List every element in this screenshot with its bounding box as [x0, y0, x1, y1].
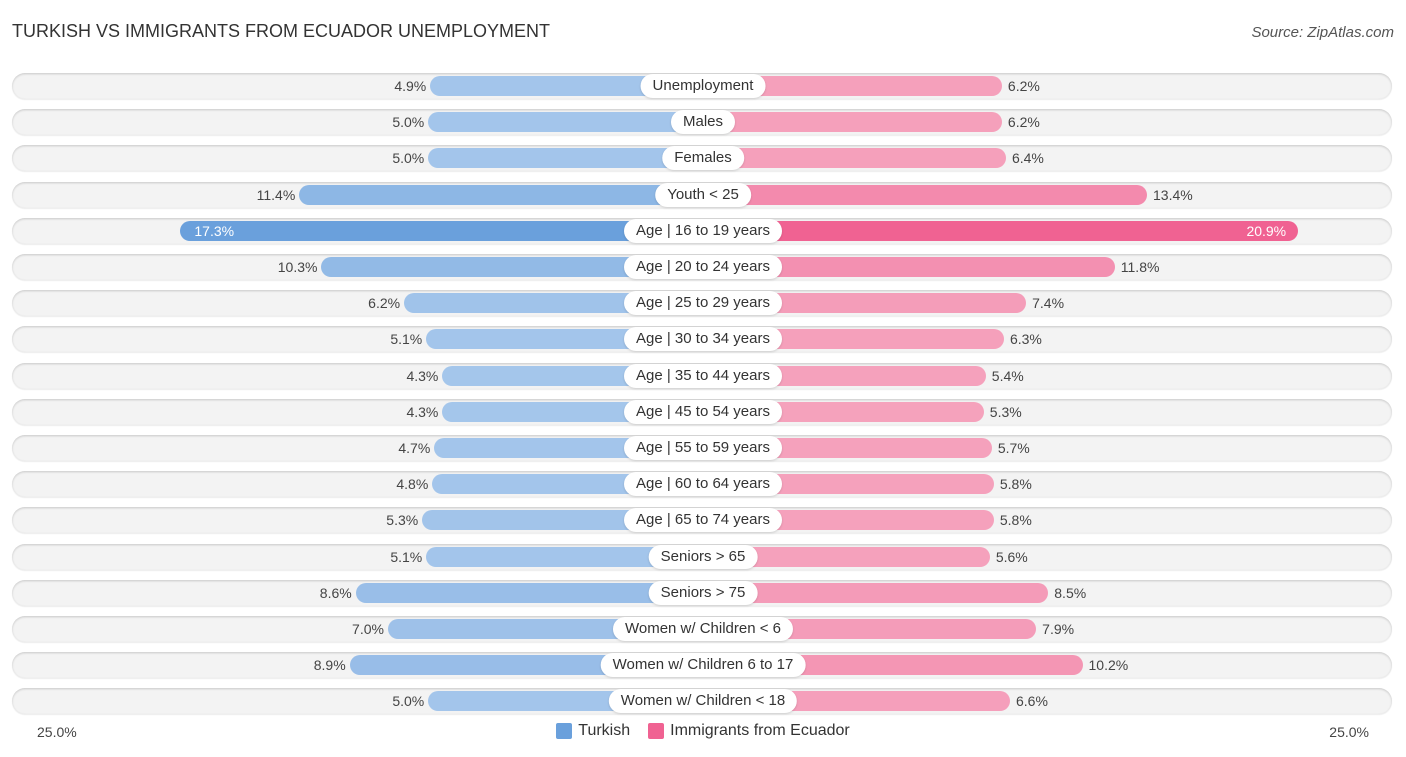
- chart-area: Unemployment 4.9% 6.2% Males 5.0% 6.2% Females…: [0, 0, 1406, 757]
- value-label-turkish: 5.0%: [392, 150, 425, 167]
- category-label: Age | 65 to 74 years: [624, 508, 782, 533]
- value-label-turkish: 5.0%: [392, 114, 425, 131]
- category-label: Age | 20 to 24 years: [624, 255, 782, 279]
- value-label-turkish: 5.1%: [390, 331, 423, 348]
- value-label-ecuador: 20.9%: [1246, 222, 1287, 239]
- value-label-turkish: 5.0%: [392, 693, 425, 710]
- value-label-turkish: 8.9%: [313, 657, 346, 674]
- category-label: Age | 16 to 19 years: [624, 218, 782, 243]
- value-label-turkish: 7.0%: [352, 621, 384, 637]
- value-label-ecuador: 5.3%: [989, 403, 1022, 420]
- value-label-ecuador: 7.4%: [1032, 295, 1065, 312]
- category-label: Age | 45 to 54 years: [624, 399, 782, 424]
- category-label: Seniors > 75: [648, 580, 758, 605]
- value-label-turkish: 4.8%: [396, 476, 429, 493]
- category-label: Age | 35 to 44 years: [624, 363, 782, 388]
- value-label-ecuador: 6.2%: [1007, 114, 1040, 131]
- legend-label-ecuador: Immigrants from Ecuador: [670, 722, 850, 739]
- bar-turkish[interactable]: [428, 112, 703, 133]
- bar-ecuador[interactable]: [703, 148, 1006, 169]
- bar-ecuador[interactable]: [703, 220, 1299, 241]
- value-label-turkish: 11.4%: [256, 186, 296, 203]
- value-label-ecuador: 10.2%: [1088, 657, 1129, 674]
- value-label-ecuador: 6.2%: [1007, 78, 1040, 94]
- bar-ecuador[interactable]: [703, 112, 1002, 133]
- bar-turkish[interactable]: [299, 184, 703, 205]
- value-label-turkish: 8.6%: [319, 584, 352, 601]
- value-label-turkish: 4.3%: [406, 367, 439, 384]
- legend-item-turkish[interactable]: Turkish: [556, 722, 630, 740]
- category-label: Youth < 25: [655, 182, 751, 207]
- category-label: Age | 30 to 34 years: [624, 327, 782, 352]
- legend-swatch-ecuador: [648, 723, 665, 739]
- legend-label-turkish: Turkish: [578, 722, 631, 739]
- legend-item-ecuador[interactable]: Immigrants from Ecuador: [648, 722, 850, 740]
- value-label-ecuador: 5.8%: [999, 512, 1032, 529]
- value-label-ecuador: 5.4%: [991, 367, 1024, 384]
- value-label-turkish: 6.2%: [368, 295, 401, 312]
- value-label-turkish: 5.1%: [390, 548, 423, 565]
- value-label-turkish: 10.3%: [277, 259, 318, 275]
- legend: Turkish Immigrants from Ecuador: [0, 722, 1406, 740]
- bar-ecuador[interactable]: [703, 184, 1147, 205]
- category-label: Unemployment: [640, 74, 766, 98]
- value-label-ecuador: 13.4%: [1153, 186, 1193, 203]
- category-label: Women w/ Children < 6: [612, 617, 794, 641]
- value-label-ecuador: 6.3%: [1009, 331, 1042, 348]
- category-label: Women w/ Children < 18: [608, 689, 798, 714]
- category-label: Age | 55 to 59 years: [624, 436, 782, 460]
- category-label: Age | 60 to 64 years: [624, 472, 782, 497]
- value-label-ecuador: 6.4%: [1011, 150, 1044, 167]
- value-label-turkish: 4.7%: [398, 440, 431, 456]
- category-label: Age | 25 to 29 years: [624, 291, 782, 316]
- legend-swatch-turkish: [556, 723, 573, 739]
- value-label-ecuador: 6.6%: [1015, 693, 1048, 710]
- category-label: Females: [662, 146, 744, 171]
- category-label: Seniors > 65: [648, 544, 758, 569]
- value-label-turkish: 4.3%: [406, 403, 439, 420]
- value-label-ecuador: 5.6%: [995, 548, 1028, 565]
- value-label-ecuador: 11.8%: [1120, 259, 1160, 275]
- value-label-ecuador: 5.7%: [997, 440, 1030, 456]
- value-label-ecuador: 5.8%: [999, 476, 1032, 493]
- value-label-turkish: 4.9%: [394, 78, 427, 94]
- value-label-ecuador: 7.9%: [1042, 621, 1075, 637]
- value-label-ecuador: 8.5%: [1054, 584, 1087, 601]
- category-label: Women w/ Children 6 to 17: [600, 653, 806, 678]
- category-label: Males: [670, 110, 736, 135]
- value-label-turkish: 17.3%: [194, 222, 235, 239]
- value-label-turkish: 5.3%: [386, 512, 419, 529]
